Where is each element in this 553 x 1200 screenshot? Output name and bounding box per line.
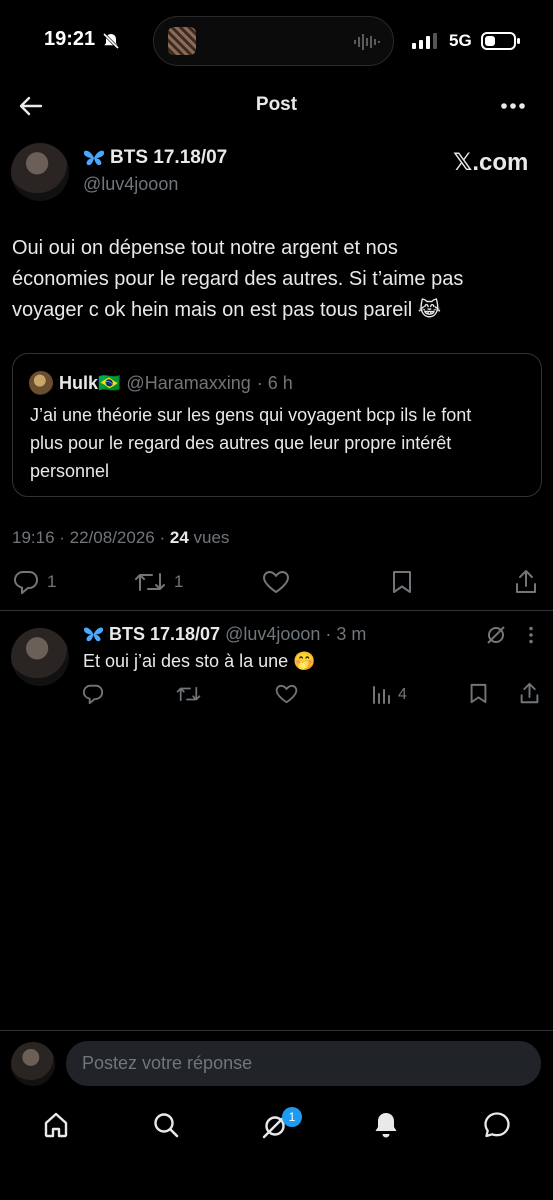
author-name-row[interactable]: BTS 17.18/07 bbox=[83, 147, 227, 169]
messages-icon[interactable] bbox=[483, 1111, 511, 1139]
post-timestamp: 19:16 · 22/08/2026 · bbox=[12, 528, 166, 547]
reply-icon[interactable] bbox=[13, 570, 39, 594]
post-text-line: voyager c ok hein mais on est pas tous p… bbox=[12, 299, 442, 321]
reply-author-name: BTS 17.18/07 bbox=[109, 624, 221, 644]
reply-count: 1 bbox=[47, 572, 57, 591]
composer-avatar bbox=[11, 1042, 55, 1086]
share-icon[interactable] bbox=[514, 569, 538, 595]
post-meta: 19:16 · 22/08/2026 · 24 vues bbox=[12, 528, 229, 548]
post-text-line: économies pour le regard des autres. Si … bbox=[12, 268, 464, 290]
reply-author-avatar[interactable] bbox=[11, 628, 69, 686]
reply-text: Et oui j’ai des sto à la une 🤭 bbox=[83, 651, 316, 671]
dynamic-island bbox=[153, 16, 394, 66]
quote-author-handle: @Haramaxxing bbox=[126, 373, 251, 393]
author-handle[interactable]: @luv4jooon bbox=[83, 174, 178, 195]
author-avatar[interactable] bbox=[11, 143, 69, 201]
status-time: 19:21 bbox=[44, 28, 96, 50]
reply-repost-icon[interactable] bbox=[176, 684, 201, 704]
signal-icon bbox=[412, 33, 437, 49]
quote-text-line: J’ai une théorie sur les gens qui voyage… bbox=[30, 405, 472, 425]
silent-bell-icon bbox=[102, 32, 120, 50]
butterfly-icon bbox=[83, 150, 105, 166]
network-type: 5G bbox=[449, 31, 472, 50]
search-icon[interactable] bbox=[152, 1111, 180, 1139]
author-name: BTS 17.18/07 bbox=[110, 147, 228, 168]
quote-header: Hulk🇧🇷 @Haramaxxing · 6 h bbox=[59, 373, 293, 394]
reply-views-count: 4 bbox=[398, 686, 407, 703]
views-count: 24 bbox=[169, 528, 189, 547]
butterfly-icon bbox=[83, 627, 104, 642]
reply-author-handle: @luv4jooon bbox=[225, 624, 321, 644]
home-icon[interactable] bbox=[42, 1111, 70, 1139]
repost-count: 1 bbox=[174, 572, 184, 591]
quote-text: J’ai une théorie sur les gens qui voyage… bbox=[30, 401, 520, 485]
quote-author-avatar bbox=[29, 371, 53, 395]
reply-share-icon[interactable] bbox=[519, 682, 540, 705]
source-watermark: 𝕏.com bbox=[453, 149, 529, 176]
battery-icon bbox=[481, 32, 520, 50]
reply-time: · 3 m bbox=[325, 624, 367, 644]
quote-time: · 6 h bbox=[256, 373, 293, 393]
post-text-line: Oui oui on dépense tout notre argent et … bbox=[12, 237, 398, 259]
now-playing-artwork bbox=[168, 27, 196, 55]
more-options-icon[interactable] bbox=[500, 102, 526, 110]
grok-icon[interactable] bbox=[485, 624, 507, 646]
reply-header[interactable]: BTS 17.18/07 @luv4jooon · 3 m bbox=[83, 624, 366, 645]
page-title: Post bbox=[255, 94, 298, 115]
divider bbox=[0, 610, 553, 611]
post-text: Oui oui on dépense tout notre argent et … bbox=[12, 233, 532, 326]
notification-badge: 1 bbox=[282, 1107, 302, 1127]
bookmark-icon[interactable] bbox=[391, 570, 413, 594]
divider bbox=[0, 1030, 553, 1031]
notifications-icon[interactable] bbox=[373, 1111, 399, 1139]
reply-input[interactable]: Postez votre réponse bbox=[66, 1041, 541, 1086]
views-label: vues bbox=[193, 528, 230, 547]
quote-author-name: Hulk🇧🇷 bbox=[59, 373, 121, 393]
like-icon[interactable] bbox=[262, 570, 290, 594]
views-icon[interactable] bbox=[372, 685, 392, 704]
repost-icon[interactable] bbox=[134, 570, 166, 594]
audio-waveform-icon bbox=[354, 34, 380, 50]
reply-bookmark-icon[interactable] bbox=[469, 683, 488, 704]
reply-like-icon[interactable] bbox=[275, 684, 298, 704]
quote-text-line: plus pour le regard des autres que leur … bbox=[30, 433, 452, 453]
reply-reply-icon[interactable] bbox=[82, 684, 104, 704]
reply-more-icon[interactable] bbox=[522, 626, 540, 644]
quote-text-line: personnel bbox=[30, 461, 110, 481]
